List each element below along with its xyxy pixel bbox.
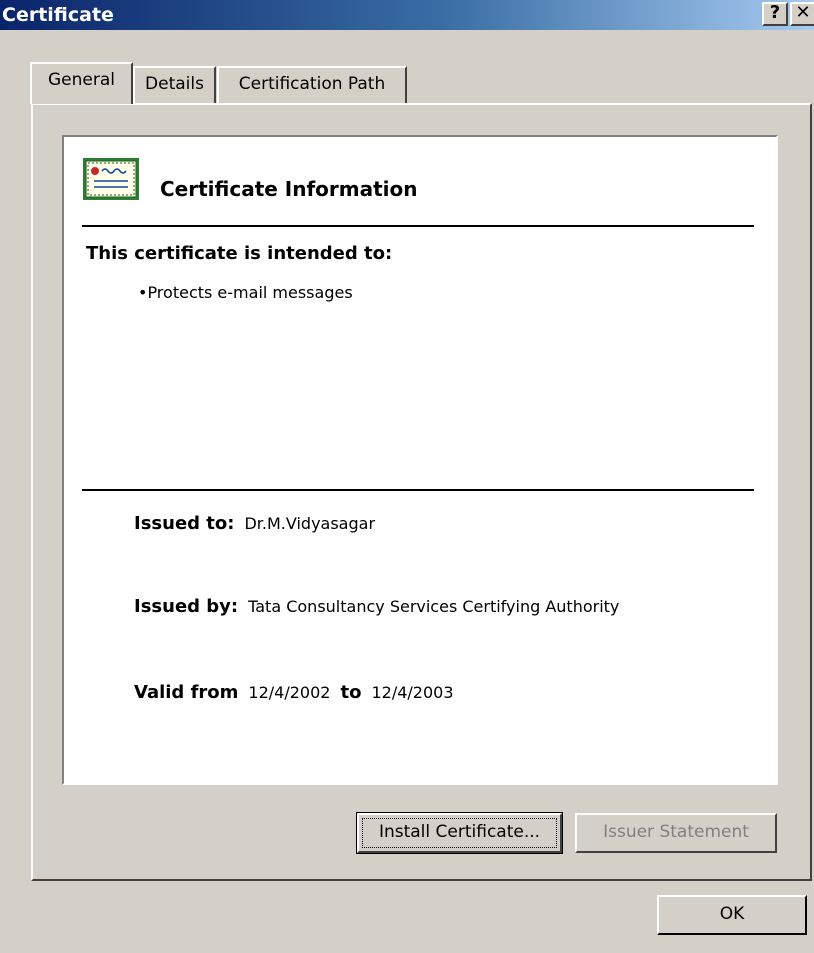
issued-by-value: Tata Consultancy Services Certifying Aut… xyxy=(248,597,620,616)
divider xyxy=(82,225,754,227)
help-button[interactable]: ? xyxy=(762,2,788,26)
tab-details[interactable]: Details xyxy=(133,66,216,104)
title-bar[interactable]: Certificate ? ✕ xyxy=(0,0,814,30)
ok-button[interactable]: OK xyxy=(657,895,807,935)
certificate-icon xyxy=(83,158,139,200)
install-certificate-button[interactable]: Install Certificate... xyxy=(356,812,563,854)
valid-to-label: to xyxy=(340,682,362,703)
window-title: Certificate xyxy=(2,4,114,26)
issued-to-label: Issued to: xyxy=(134,513,235,534)
issued-by-row: Issued by: Tata Consultancy Services Cert… xyxy=(134,596,619,617)
tab-general[interactable]: General xyxy=(30,62,133,104)
tab-certification-path[interactable]: Certification Path xyxy=(217,66,407,104)
intended-purposes-heading: This certificate is intended to: xyxy=(86,243,393,264)
issuer-statement-button[interactable]: Issuer Statement xyxy=(575,813,777,853)
divider xyxy=(82,489,754,491)
issued-to-value: Dr.M.Vidyasagar xyxy=(244,514,376,533)
issued-by-label: Issued by: xyxy=(134,596,239,617)
valid-from-value: 12/4/2002 xyxy=(248,683,331,702)
valid-from-label: Valid from xyxy=(134,682,239,703)
valid-to-value: 12/4/2003 xyxy=(371,683,454,702)
focus-ring xyxy=(362,818,557,848)
purpose-item: •Protects e-mail messages xyxy=(138,283,353,302)
issued-to-row: Issued to: Dr.M.Vidyasagar xyxy=(134,513,375,534)
certificate-info-title: Certificate Information xyxy=(160,177,418,201)
close-button[interactable]: ✕ xyxy=(790,2,814,26)
certificate-info-box: Certificate Information This certificate… xyxy=(62,135,778,785)
validity-row: Valid from 12/4/2002 to 12/4/2003 xyxy=(134,682,454,703)
